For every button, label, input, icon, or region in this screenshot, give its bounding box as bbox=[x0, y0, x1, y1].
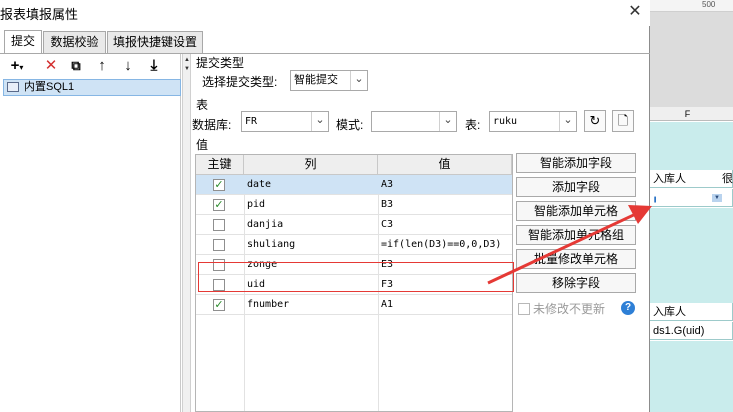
annotation-arrow bbox=[487, 205, 652, 285]
arrow-shaft bbox=[487, 210, 641, 285]
